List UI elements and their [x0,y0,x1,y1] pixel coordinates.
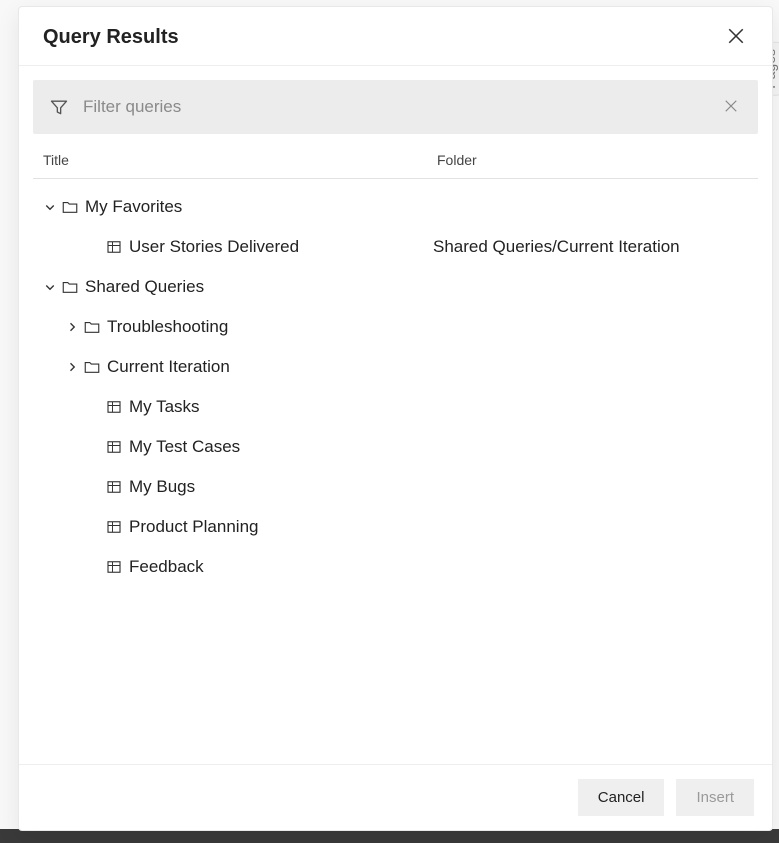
query-icon [105,478,123,496]
tree-item-label: My Tasks [129,397,200,417]
tree-query[interactable]: My Tasks [37,387,754,427]
tree-query[interactable]: Feedback [37,547,754,587]
tree-query[interactable]: Product Planning [37,507,754,547]
tree-folder[interactable]: Shared Queries [37,267,754,307]
tree-folder[interactable]: Current Iteration [37,347,754,387]
tree-row-title-cell: User Stories Delivered [37,237,431,257]
tree-row-title-cell: Current Iteration [37,357,431,377]
tree-query[interactable]: My Bugs [37,467,754,507]
chevron-down-icon[interactable] [41,201,59,213]
tree-item-label: User Stories Delivered [129,237,299,257]
close-icon [724,99,738,116]
tree-item-label: My Bugs [129,477,195,497]
tree-row-title-cell: My Favorites [37,197,431,217]
tree-item-label: Product Planning [129,517,258,537]
filter-input[interactable] [83,97,720,117]
clear-filter-button[interactable] [720,96,742,118]
background-status-bar [0,829,779,843]
tree-folder[interactable]: My Favorites [37,187,754,227]
tree-row-title-cell: Feedback [37,557,431,577]
query-icon [105,398,123,416]
tree-item-label: Feedback [129,557,204,577]
query-tree: My Favorites User Stories Delivered Shared… [33,179,758,607]
folder-icon [83,358,101,376]
tree-item-label: Troubleshooting [107,317,228,337]
tree-row-title-cell: Product Planning [37,517,431,537]
dialog-footer: Cancel Insert [19,764,772,830]
query-icon [105,558,123,576]
filter-bar [33,80,758,134]
chevron-right-icon[interactable] [63,361,81,373]
tree-item-label: My Favorites [85,197,182,217]
chevron-right-icon[interactable] [63,321,81,333]
query-results-dialog: Query Results Title Folder My Favorites U… [18,6,773,831]
column-folder[interactable]: Folder [437,152,748,168]
tree-folder[interactable]: Troubleshooting [37,307,754,347]
tree-row-title-cell: Shared Queries [37,277,431,297]
cancel-button[interactable]: Cancel [578,779,665,816]
filter-icon [49,97,69,117]
tree-row-title-cell: My Bugs [37,477,431,497]
table-header: Title Folder [33,138,758,179]
tree-row-title-cell: Troubleshooting [37,317,431,337]
tree-item-label: Current Iteration [107,357,230,377]
dialog-body: Title Folder My Favorites User Stories De… [19,66,772,764]
dialog-header: Query Results [19,7,772,66]
dialog-title: Query Results [43,26,179,49]
tree-row-title-cell: My Test Cases [37,437,431,457]
tree-query[interactable]: My Test Cases [37,427,754,467]
tree-query[interactable]: User Stories Delivered Shared Queries/Cur… [37,227,754,267]
column-title[interactable]: Title [43,152,437,168]
query-icon [105,238,123,256]
folder-icon [61,278,79,296]
tree-item-label: Shared Queries [85,277,204,297]
tree-item-label: My Test Cases [129,437,240,457]
query-icon [105,438,123,456]
query-icon [105,518,123,536]
tree-row-title-cell: My Tasks [37,397,431,417]
insert-button[interactable]: Insert [676,779,754,816]
close-button[interactable] [724,25,748,49]
tree-row-folder-cell: Shared Queries/Current Iteration [431,237,754,257]
close-icon [727,27,745,48]
folder-icon [83,318,101,336]
chevron-down-icon[interactable] [41,281,59,293]
folder-icon [61,198,79,216]
